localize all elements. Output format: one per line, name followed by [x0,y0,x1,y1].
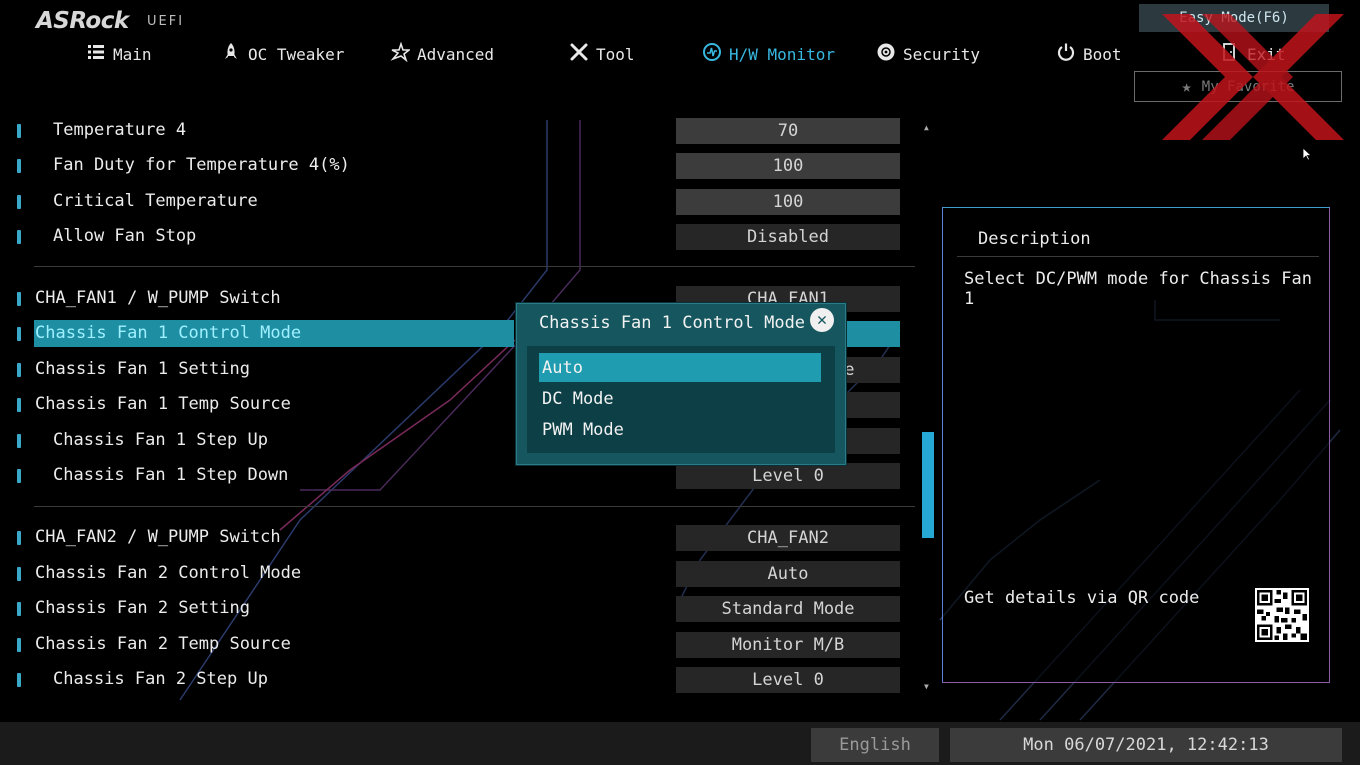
scrollbar[interactable] [922,120,934,692]
setting-row-chassis-fan2-setting[interactable]: Chassis Fan 2 Setting Standard Mode [0,595,910,623]
row-marker [17,469,21,483]
section-divider [34,506,915,507]
setting-label: Fan Duty for Temperature 4(%) [53,155,350,175]
setting-label: Chassis Fan 1 Setting [35,359,250,379]
tab-hw-monitor-label: H/W Monitor [729,44,835,64]
language-button[interactable]: English [811,728,939,762]
setting-label: Chassis Fan 1 Temp Source [35,394,291,414]
setting-value[interactable]: 70 [676,118,900,144]
setting-value[interactable]: Monitor M/B [676,632,900,658]
setting-value[interactable]: CHA_FAN2 [676,525,900,551]
qr-code-label: Get details via QR code [964,588,1200,608]
date-time-display: Mon 06/07/2021, 12:42:13 [950,728,1342,762]
row-marker [17,292,21,306]
setting-row-critical-temperature[interactable]: Critical Temperature 100 [0,188,910,216]
description-divider [957,256,1319,257]
tools-icon [569,42,589,66]
popup-option-list: Auto DC Mode PWM Mode [527,346,835,453]
row-marker [17,398,21,412]
tab-hw-monitor[interactable]: H/W Monitor [702,42,835,66]
tab-oc-tweaker[interactable]: OC Tweaker [221,42,344,66]
row-marker [17,327,21,341]
power-icon [1056,42,1076,66]
tab-security-label: Security [903,44,981,64]
setting-label: Chassis Fan 2 Temp Source [35,634,291,654]
setting-value[interactable]: Standard Mode [676,596,900,622]
setting-label: Allow Fan Stop [53,226,197,246]
option-pwm-mode[interactable]: PWM Mode [539,415,821,444]
list-icon [86,42,106,66]
row-marker [17,638,21,652]
popup-title: Chassis Fan 1 Control Mode [538,313,806,333]
tab-main[interactable]: Main [86,42,152,66]
tab-tool-label: Tool [596,44,635,64]
setting-row-temperature-4[interactable]: Temperature 4 70 [0,117,910,145]
tab-boot-label: Boot [1083,44,1122,64]
qr-code-icon [1255,588,1309,642]
row-marker [17,434,21,448]
watermark-logo [1162,14,1344,140]
description-title: Description [978,229,1091,249]
setting-row-chassis-fan2-step-up[interactable]: Chassis Fan 2 Step Up Level 0 [0,666,910,694]
setting-row-cha-fan2-switch[interactable]: CHA_FAN2 / W_PUMP Switch CHA_FAN2 [0,524,910,552]
shield-icon [876,42,896,66]
asrock-logo: ASRock [36,8,129,34]
section-divider [34,266,915,267]
setting-label: Chassis Fan 2 Control Mode [35,563,302,583]
tab-oc-tweaker-label: OC Tweaker [248,44,345,64]
description-text: Select DC/PWM mode for Chassis Fan 1 [964,269,1312,309]
rocket-icon [221,42,241,66]
setting-label: Chassis Fan 1 Control Mode [35,323,302,343]
setting-label: Temperature 4 [53,120,187,140]
row-marker [17,673,21,687]
row-marker [17,124,21,138]
monitor-gauge-icon [702,42,722,66]
setting-row-chassis-fan2-control-mode[interactable]: Chassis Fan 2 Control Mode Auto [0,560,910,588]
tab-advanced-label: Advanced [417,44,495,64]
row-marker [17,159,21,173]
setting-label: CHA_FAN2 / W_PUMP Switch [35,527,281,547]
setting-label: CHA_FAN1 / W_PUMP Switch [35,288,281,308]
setting-value[interactable]: 100 [676,153,900,179]
option-auto[interactable]: Auto [539,353,821,382]
row-marker [17,567,21,581]
setting-value[interactable]: Level 0 [676,463,900,489]
mouse-cursor-icon [1302,147,1312,161]
setting-label: Chassis Fan 1 Step Up [53,430,268,450]
setting-label: Chassis Fan 2 Setting [35,598,250,618]
setting-row-fan-duty-temp-4[interactable]: Fan Duty for Temperature 4(%) 100 [0,152,910,180]
tab-boot[interactable]: Boot [1056,42,1122,66]
option-dc-mode[interactable]: DC Mode [539,384,821,413]
setting-value[interactable]: Level 0 [676,667,900,693]
setting-label: Chassis Fan 2 Step Up [53,669,268,689]
scroll-down-arrow-icon[interactable]: ▼ [924,682,929,691]
option-popup: Chassis Fan 1 Control Mode ✕ Auto DC Mod… [516,303,846,465]
row-marker [17,531,21,545]
setting-label: Critical Temperature [53,191,258,211]
row-marker [17,195,21,209]
row-marker [17,230,21,244]
close-icon[interactable]: ✕ [810,308,834,332]
scrollbar-thumb[interactable] [922,432,934,538]
tab-main-label: Main [113,44,152,64]
setting-label: Chassis Fan 1 Step Down [53,465,289,485]
uefi-label: UEFI [147,14,185,29]
star-icon [390,41,412,66]
description-panel: Description Select DC/PWM mode for Chass… [942,207,1330,683]
tab-tool[interactable]: Tool [569,42,635,66]
row-marker [17,363,21,377]
tab-advanced[interactable]: Advanced [390,41,495,66]
tab-security[interactable]: Security [876,42,980,66]
setting-value[interactable]: Auto [676,561,900,587]
setting-value[interactable]: Disabled [676,224,900,250]
setting-value[interactable]: 100 [676,189,900,215]
scroll-up-arrow-icon[interactable]: ▲ [924,123,929,132]
setting-row-chassis-fan1-step-down[interactable]: Chassis Fan 1 Step Down Level 0 [0,462,910,490]
setting-row-chassis-fan2-temp-source[interactable]: Chassis Fan 2 Temp Source Monitor M/B [0,631,910,659]
setting-row-allow-fan-stop[interactable]: Allow Fan Stop Disabled [0,223,910,251]
row-marker [17,602,21,616]
